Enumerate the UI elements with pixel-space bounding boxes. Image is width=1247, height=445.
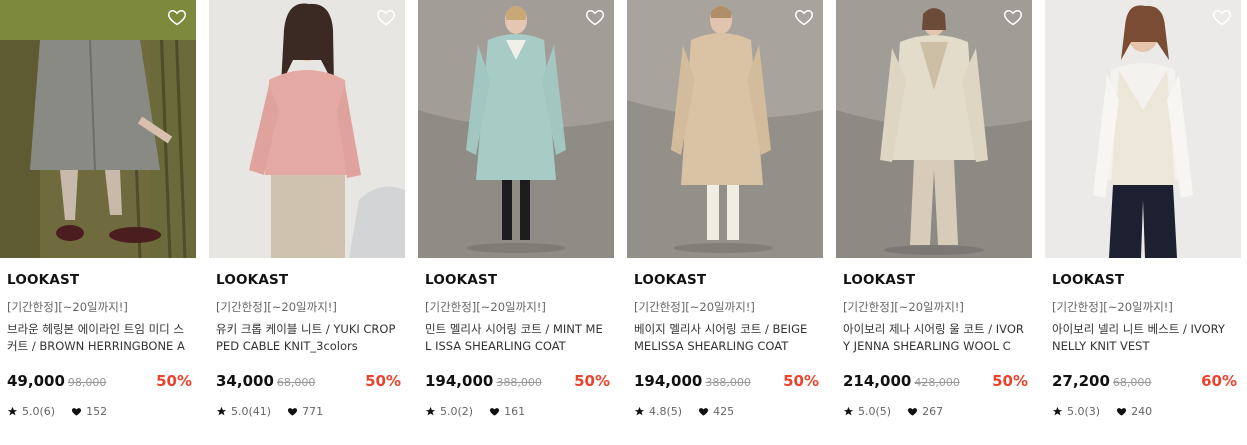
sale-price: 34,000	[216, 372, 274, 390]
likes-count: 771	[302, 405, 324, 418]
product-image[interactable]	[0, 0, 196, 258]
likes-heart-icon	[72, 408, 82, 416]
product-stats: 5.0(6) 152	[7, 405, 107, 418]
product-promo: [기간한정][~20일까지!]	[843, 300, 964, 314]
likes-count: 161	[504, 405, 526, 418]
star-icon	[216, 406, 227, 416]
sale-price: 49,000	[7, 372, 65, 390]
product-price: 194,000 388,000	[634, 372, 751, 390]
discount-rate: 50%	[992, 372, 1028, 390]
likes-count: 240	[1131, 405, 1153, 418]
product-price: 214,000 428,000	[843, 372, 960, 390]
original-price: 388,000	[705, 376, 751, 389]
discount-rate: 50%	[156, 372, 192, 390]
product-brand[interactable]: LOOKAST	[425, 272, 497, 288]
likes-count: 152	[86, 405, 108, 418]
rating-value: 5.0(5)	[858, 405, 892, 418]
product-stats: 5.0(2) 161	[425, 405, 525, 418]
sale-price: 194,000	[425, 372, 494, 390]
wishlist-heart-icon[interactable]	[794, 7, 814, 27]
discount-rate: 50%	[574, 372, 610, 390]
wishlist-heart-icon[interactable]	[585, 7, 605, 27]
product-price: 49,000 98,000	[7, 372, 106, 390]
original-price: 98,000	[67, 376, 107, 389]
product-title[interactable]: 브라운 헤링본 에이라인 트임 미디 스커트 / BROWN HERRINGBO…	[7, 321, 191, 355]
star-icon	[7, 406, 18, 416]
product-brand[interactable]: LOOKAST	[843, 272, 915, 288]
product-image[interactable]	[836, 0, 1032, 258]
product-photo-skirt	[0, 0, 196, 258]
product-photo-knit-vest	[1045, 0, 1241, 258]
original-price: 388,000	[496, 376, 542, 389]
product-card[interactable]: LOOKAST [기간한정][~20일까지!] 민트 멜리사 시어링 코트 / …	[418, 0, 614, 445]
product-image[interactable]	[627, 0, 823, 258]
product-card[interactable]: LOOKAST [기간한정][~20일까지!] 아이보리 넬리 니트 베스트 /…	[1045, 0, 1241, 445]
wishlist-heart-icon[interactable]	[1212, 7, 1232, 27]
rating-value: 5.0(6)	[22, 405, 56, 418]
rating-value: 5.0(3)	[1067, 405, 1101, 418]
product-photo-mint-coat	[418, 0, 614, 258]
product-brand[interactable]: LOOKAST	[634, 272, 706, 288]
product-brand[interactable]: LOOKAST	[7, 272, 79, 288]
rating-value: 5.0(2)	[440, 405, 474, 418]
product-photo-ivory-coat	[836, 0, 1032, 258]
discount-rate: 60%	[1201, 372, 1237, 390]
rating-value: 4.8(5)	[649, 405, 683, 418]
product-brand[interactable]: LOOKAST	[1052, 272, 1124, 288]
discount-rate: 50%	[365, 372, 401, 390]
product-image[interactable]	[209, 0, 405, 258]
star-icon	[1052, 406, 1063, 416]
product-title[interactable]: 아이보리 제나 시어링 울 코트 / IVOR Y JENNA SHEARLIN…	[843, 321, 1027, 355]
product-grid: LOOKAST [기간한정][~20일까지!] 브라운 헤링본 에이라인 트임 …	[0, 0, 1247, 445]
product-photo-beige-coat	[627, 0, 823, 258]
product-card[interactable]: LOOKAST [기간한정][~20일까지!] 유키 크롭 케이블 니트 / Y…	[209, 0, 405, 445]
product-title[interactable]: 아이보리 넬리 니트 베스트 / IVORY NELLY KNIT VEST	[1052, 321, 1236, 355]
product-brand[interactable]: LOOKAST	[216, 272, 288, 288]
product-stats: 5.0(5) 267	[843, 405, 943, 418]
product-promo: [기간한정][~20일까지!]	[425, 300, 546, 314]
product-stats: 4.8(5) 425	[634, 405, 734, 418]
product-price: 194,000 388,000	[425, 372, 542, 390]
wishlist-heart-icon[interactable]	[1003, 7, 1023, 27]
rating-value: 5.0(41)	[231, 405, 272, 418]
star-icon	[425, 406, 436, 416]
product-title[interactable]: 유키 크롭 케이블 니트 / YUKI CROP PED CABLE KNIT_…	[216, 321, 400, 355]
wishlist-heart-icon[interactable]	[167, 7, 187, 27]
product-image[interactable]	[1045, 0, 1241, 258]
discount-rate: 50%	[783, 372, 819, 390]
original-price: 68,000	[276, 376, 316, 389]
product-price: 27,200 68,000	[1052, 372, 1151, 390]
product-card[interactable]: LOOKAST [기간한정][~20일까지!] 브라운 헤링본 에이라인 트임 …	[0, 0, 196, 445]
sale-price: 27,200	[1052, 372, 1110, 390]
product-photo-knit	[209, 0, 405, 258]
likes-heart-icon	[490, 408, 500, 416]
product-title[interactable]: 베이지 멜리사 시어링 코트 / BEIGE MELISSA SHEARLING…	[634, 321, 818, 355]
product-promo: [기간한정][~20일까지!]	[1052, 300, 1173, 314]
original-price: 428,000	[914, 376, 960, 389]
product-image[interactable]	[418, 0, 614, 258]
likes-heart-icon	[1117, 408, 1127, 416]
product-card[interactable]: LOOKAST [기간한정][~20일까지!] 아이보리 제나 시어링 울 코트…	[836, 0, 1032, 445]
likes-heart-icon	[288, 408, 298, 416]
product-stats: 5.0(3) 240	[1052, 405, 1152, 418]
product-promo: [기간한정][~20일까지!]	[634, 300, 755, 314]
product-promo: [기간한정][~20일까지!]	[216, 300, 337, 314]
original-price: 68,000	[1112, 376, 1152, 389]
sale-price: 214,000	[843, 372, 912, 390]
likes-count: 267	[922, 405, 944, 418]
likes-heart-icon	[908, 408, 918, 416]
product-title[interactable]: 민트 멜리사 시어링 코트 / MINT MEL ISSA SHEARLING …	[425, 321, 609, 355]
product-stats: 5.0(41) 771	[216, 405, 323, 418]
wishlist-heart-icon[interactable]	[376, 7, 396, 27]
likes-count: 425	[713, 405, 735, 418]
product-card[interactable]: LOOKAST [기간한정][~20일까지!] 베이지 멜리사 시어링 코트 /…	[627, 0, 823, 445]
product-price: 34,000 68,000	[216, 372, 315, 390]
likes-heart-icon	[699, 408, 709, 416]
star-icon	[843, 406, 854, 416]
product-promo: [기간한정][~20일까지!]	[7, 300, 128, 314]
star-icon	[634, 406, 645, 416]
sale-price: 194,000	[634, 372, 703, 390]
